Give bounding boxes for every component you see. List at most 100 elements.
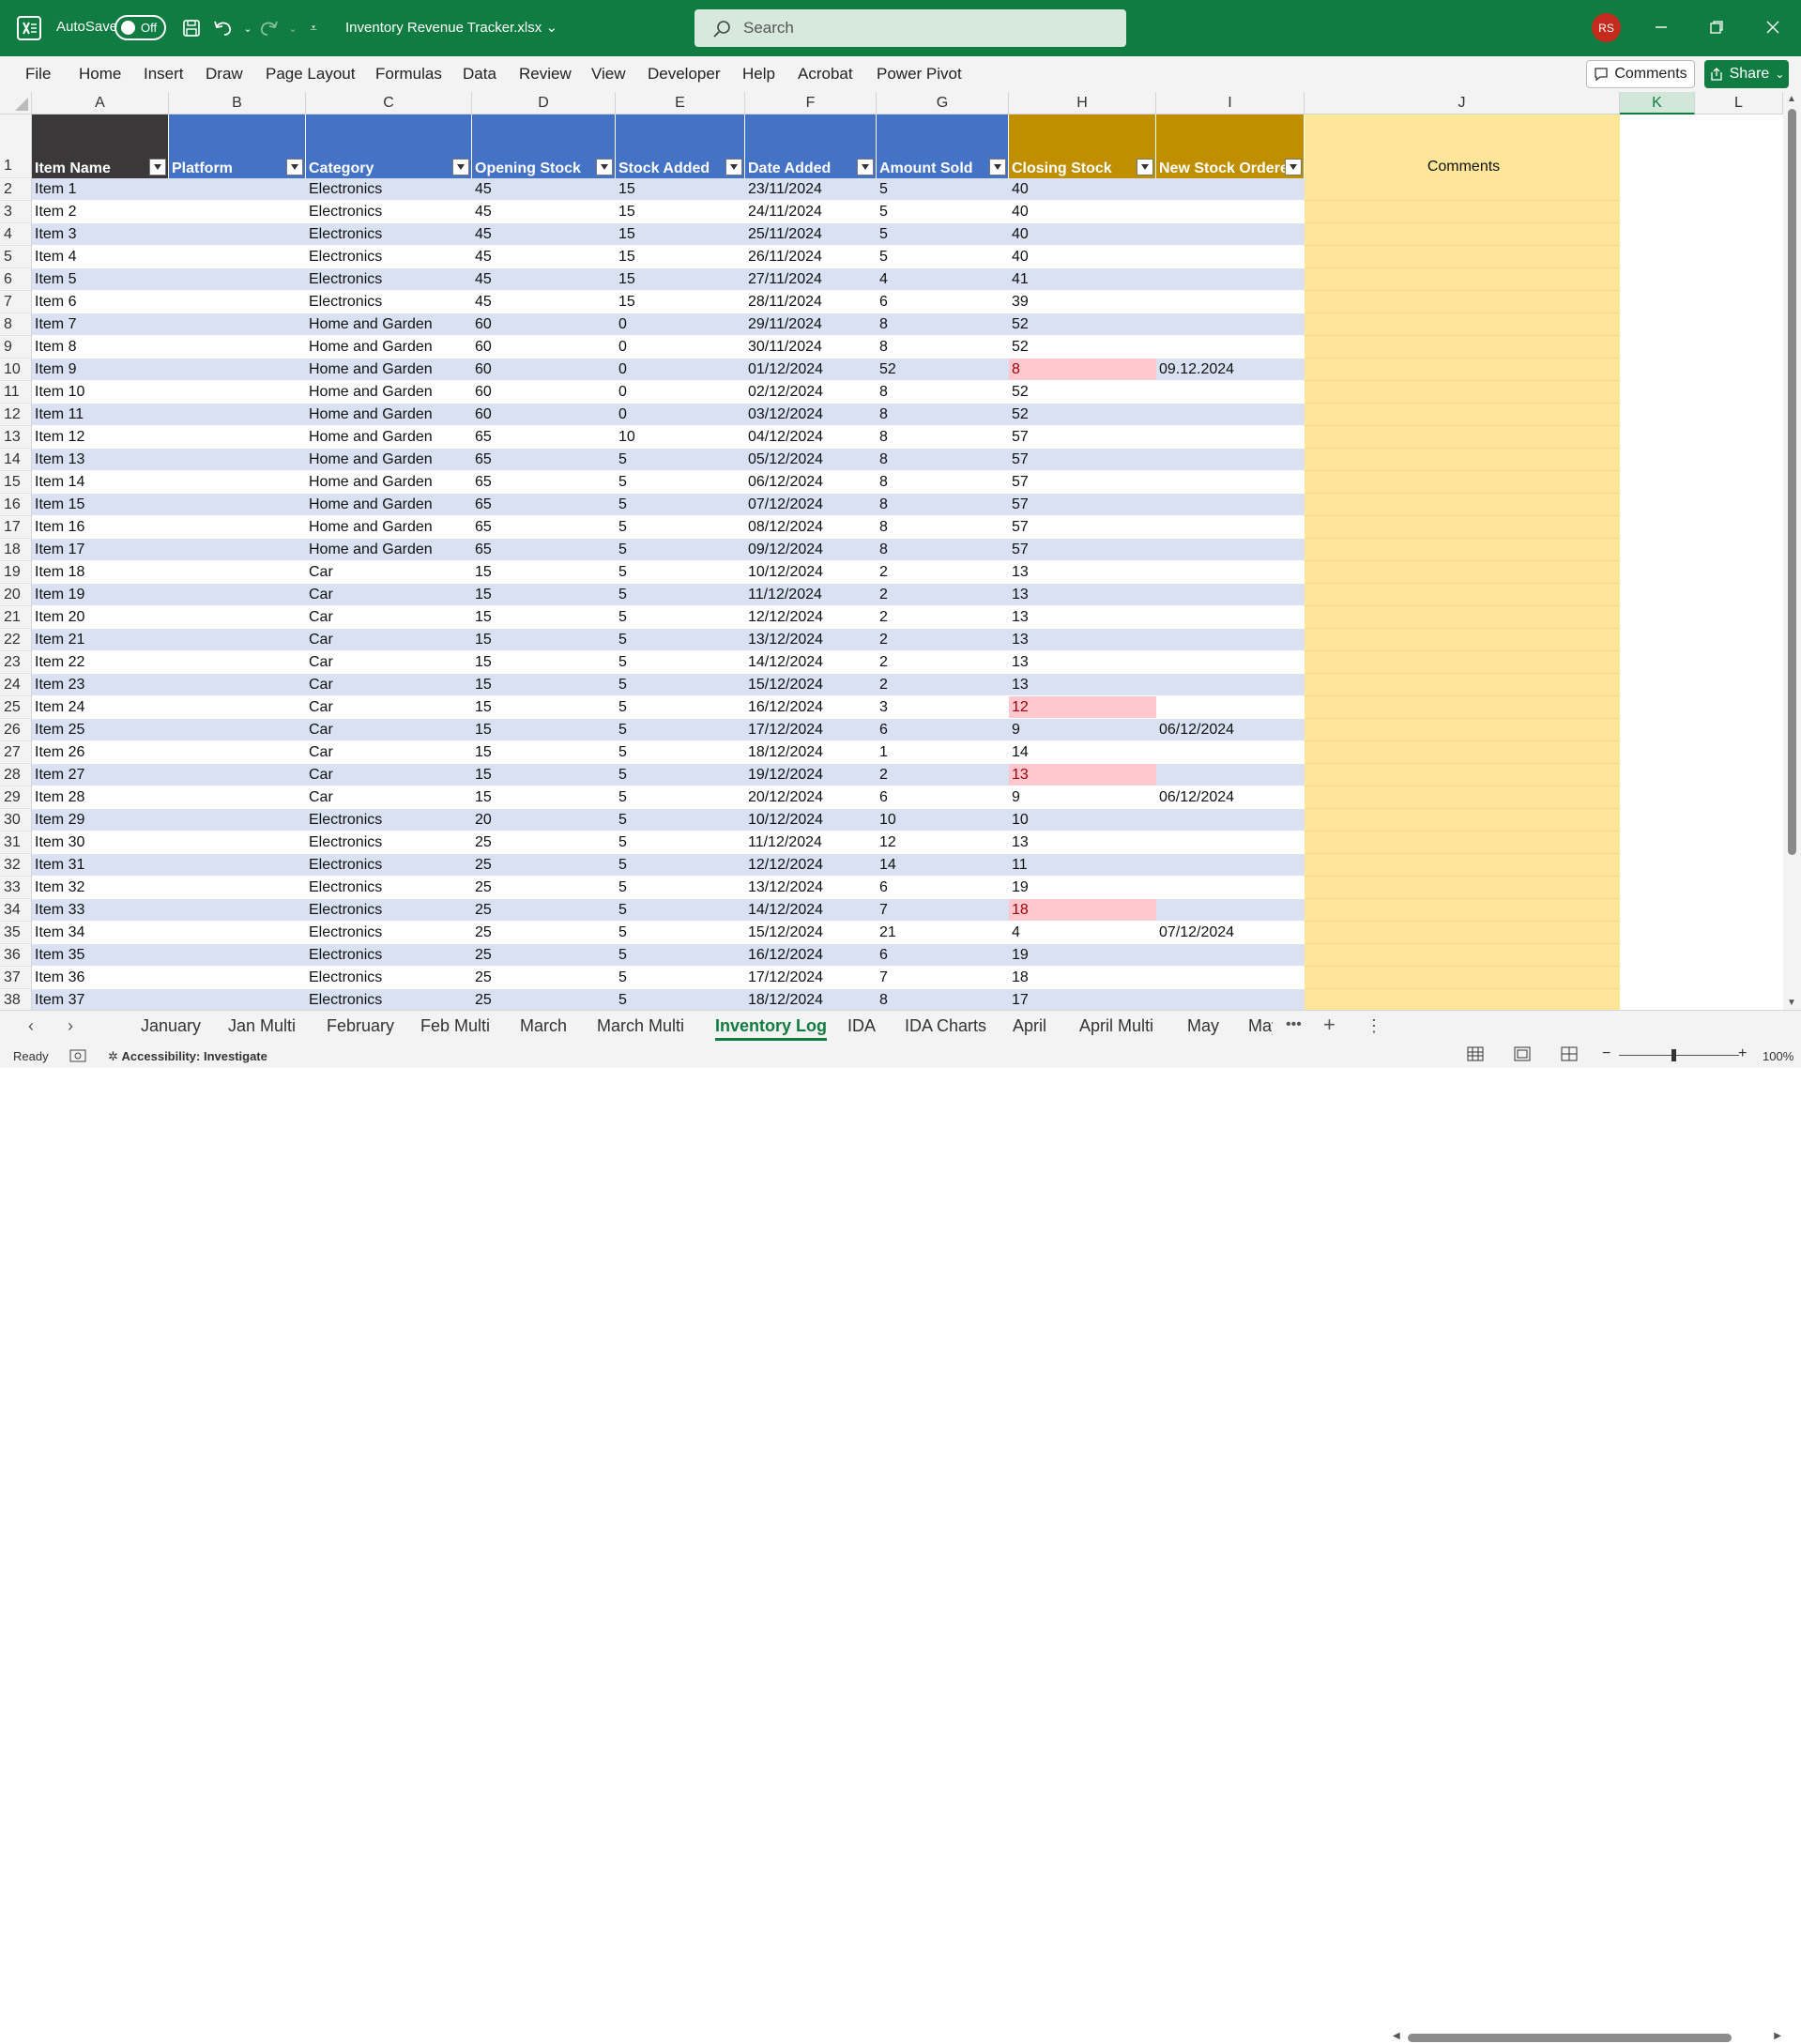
table-cell[interactable]: 5 <box>616 831 745 854</box>
table-cell[interactable]: 8 <box>877 426 1009 449</box>
table-cell[interactable]: Item 28 <box>32 786 169 809</box>
table-cell[interactable]: Item 7 <box>32 313 169 336</box>
comments-cell[interactable] <box>1305 877 1620 899</box>
tab-ida[interactable]: IDA <box>847 1016 876 1036</box>
table-cell[interactable]: 15 <box>616 223 745 246</box>
empty-cell[interactable] <box>1620 741 1783 764</box>
table-cell[interactable]: 5 <box>616 539 745 561</box>
table-cell[interactable]: 0 <box>616 381 745 404</box>
table-cell[interactable] <box>169 741 306 764</box>
table-cell[interactable] <box>169 494 306 516</box>
table-cell[interactable]: Item 33 <box>32 899 169 922</box>
menu-view[interactable]: View <box>591 65 626 84</box>
comments-cell[interactable] <box>1305 561 1620 584</box>
table-cell[interactable]: 13 <box>1009 651 1156 674</box>
table-cell[interactable]: 09.12.2024 <box>1156 358 1305 381</box>
table-cell[interactable]: Item 6 <box>32 291 169 313</box>
table-cell[interactable]: 19/12/2024 <box>745 764 877 786</box>
row-header[interactable]: 32 <box>0 854 32 877</box>
table-cell[interactable]: 5 <box>616 696 745 719</box>
table-cell[interactable]: 5 <box>616 989 745 1010</box>
table-cell[interactable] <box>169 989 306 1010</box>
undo-icon[interactable] <box>210 15 237 41</box>
empty-cell[interactable] <box>1620 336 1783 358</box>
table-cell[interactable] <box>1156 313 1305 336</box>
empty-cell[interactable] <box>1620 516 1783 539</box>
table-cell[interactable]: 57 <box>1009 539 1156 561</box>
table-cell[interactable]: 07/12/2024 <box>745 494 877 516</box>
zoom-in-icon[interactable]: + <box>1738 1045 1747 1062</box>
row-header[interactable]: 5 <box>0 246 32 268</box>
row-header[interactable]: 14 <box>0 449 32 471</box>
table-cell[interactable]: 15 <box>472 584 616 606</box>
table-cell[interactable]: 8 <box>877 449 1009 471</box>
table-cell[interactable]: 45 <box>472 178 616 201</box>
zoom-out-icon[interactable]: − <box>1602 1045 1610 1062</box>
table-cell[interactable]: 15/12/2024 <box>745 922 877 944</box>
filter-dropdown-icon[interactable] <box>989 159 1006 175</box>
table-cell[interactable]: Item 18 <box>32 561 169 584</box>
table-cell[interactable]: 5 <box>616 561 745 584</box>
table-cell[interactable]: Car <box>306 764 472 786</box>
table-cell[interactable] <box>1156 336 1305 358</box>
table-cell[interactable]: Item 14 <box>32 471 169 494</box>
table-cell[interactable]: 6 <box>877 786 1009 809</box>
table-cell[interactable] <box>1156 426 1305 449</box>
table-cell[interactable]: 03/12/2024 <box>745 404 877 426</box>
comments-cell[interactable] <box>1305 606 1620 629</box>
table-cell[interactable]: 5 <box>616 786 745 809</box>
table-cell[interactable]: 2 <box>877 674 1009 696</box>
table-cell[interactable]: 5 <box>616 674 745 696</box>
table-cell[interactable]: 17 <box>1009 989 1156 1010</box>
comments-cell[interactable] <box>1305 291 1620 313</box>
table-cell[interactable] <box>169 854 306 877</box>
table-cell[interactable]: 45 <box>472 268 616 291</box>
autosave-toggle[interactable]: Off <box>114 15 166 40</box>
comments-cell[interactable] <box>1305 223 1620 246</box>
empty-cell[interactable] <box>1620 381 1783 404</box>
table-cell[interactable]: Home and Garden <box>306 336 472 358</box>
table-cell[interactable] <box>169 561 306 584</box>
column-header-c[interactable]: C <box>306 92 472 114</box>
table-cell[interactable]: 11/12/2024 <box>745 584 877 606</box>
table-cell[interactable] <box>1156 471 1305 494</box>
comments-cell[interactable] <box>1305 358 1620 381</box>
column-header-e[interactable]: E <box>616 92 745 114</box>
table-cell[interactable] <box>1156 606 1305 629</box>
tab-march[interactable]: March <box>520 1016 567 1036</box>
table-cell[interactable]: 15 <box>472 696 616 719</box>
table-cell[interactable] <box>169 471 306 494</box>
table-cell[interactable]: 45 <box>472 223 616 246</box>
table-cell[interactable]: 12 <box>1009 696 1156 719</box>
comments-cell[interactable] <box>1305 494 1620 516</box>
table-cell[interactable] <box>169 404 306 426</box>
row-header[interactable]: 10 <box>0 358 32 381</box>
table-cell[interactable]: Item 25 <box>32 719 169 741</box>
menu-data[interactable]: Data <box>463 65 496 84</box>
row-header[interactable]: 36 <box>0 944 32 967</box>
row-header[interactable]: 30 <box>0 809 32 831</box>
table-cell[interactable]: 65 <box>472 471 616 494</box>
table-cell[interactable]: 0 <box>616 358 745 381</box>
row-header[interactable]: 15 <box>0 471 32 494</box>
comments-cell[interactable] <box>1305 313 1620 336</box>
empty-cell[interactable] <box>1620 831 1783 854</box>
table-cell[interactable] <box>1156 584 1305 606</box>
scroll-up-icon[interactable]: ▲ <box>1787 94 1796 104</box>
table-cell[interactable]: 4 <box>877 268 1009 291</box>
table-cell[interactable] <box>169 336 306 358</box>
empty-cell[interactable] <box>1620 449 1783 471</box>
table-cell[interactable]: Item 30 <box>32 831 169 854</box>
table-cell[interactable]: 14/12/2024 <box>745 651 877 674</box>
table-cell[interactable]: 57 <box>1009 516 1156 539</box>
table-cell[interactable] <box>169 223 306 246</box>
row-header[interactable]: 35 <box>0 922 32 944</box>
table-cell[interactable]: Home and Garden <box>306 539 472 561</box>
table-cell[interactable] <box>169 381 306 404</box>
table-cell[interactable]: 06/12/2024 <box>745 471 877 494</box>
table-cell[interactable]: 06/12/2024 <box>1156 786 1305 809</box>
table-cell[interactable]: 5 <box>616 967 745 989</box>
table-cell[interactable]: 18/12/2024 <box>745 741 877 764</box>
comments-cell[interactable] <box>1305 719 1620 741</box>
table-cell[interactable] <box>169 719 306 741</box>
